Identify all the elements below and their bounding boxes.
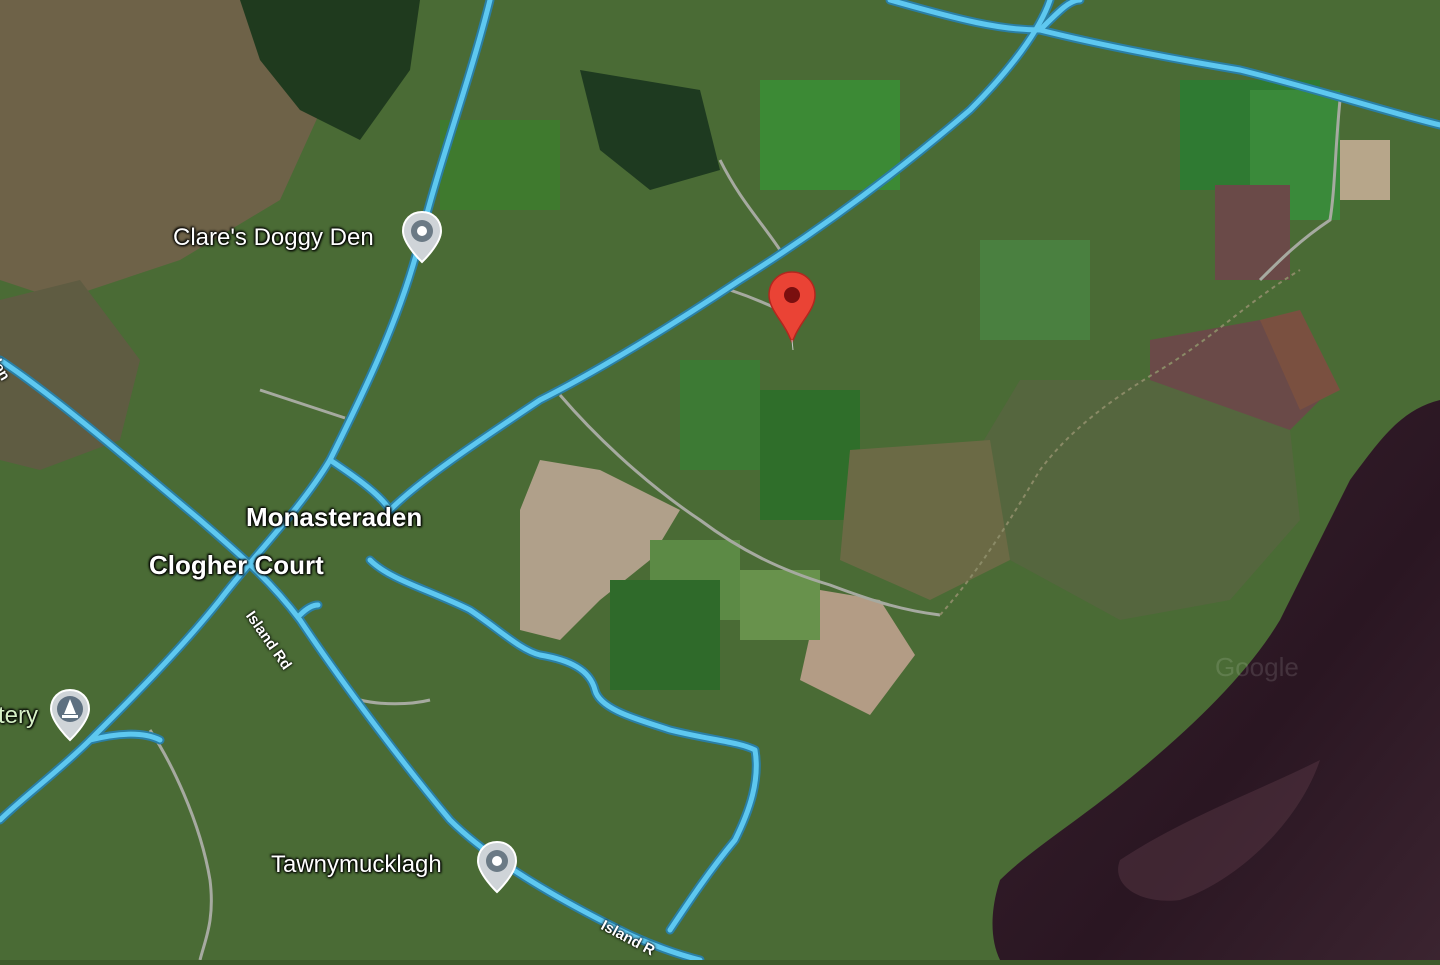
- place-label-cemetery[interactable]: tery: [0, 702, 38, 730]
- quarry: [1340, 140, 1390, 200]
- place-label-clogher-court[interactable]: Clogher Court: [149, 550, 324, 581]
- cemetery-pin-icon[interactable]: [48, 688, 92, 742]
- place-label-tawnymucklagh[interactable]: Tawnymucklagh: [271, 851, 442, 879]
- place-label-monasteraden[interactable]: Monasteraden: [246, 502, 422, 533]
- field: [980, 240, 1090, 340]
- place-pin-icon[interactable]: [400, 210, 444, 264]
- map-watermark: Google: [1215, 652, 1299, 683]
- map-canvas: [0, 0, 1440, 960]
- field: [740, 570, 820, 640]
- field: [680, 360, 760, 470]
- satellite-map[interactable]: Google Clare's Doggy Den Mona: [0, 0, 1440, 960]
- field-brown: [1215, 185, 1290, 280]
- field: [610, 580, 720, 690]
- field: [760, 390, 860, 520]
- field: [760, 80, 900, 190]
- field: [440, 120, 560, 210]
- place-pin-icon[interactable]: [475, 840, 519, 894]
- selected-location-pin-icon[interactable]: [766, 270, 818, 352]
- place-label-claresdoggyden[interactable]: Clare's Doggy Den: [173, 224, 374, 252]
